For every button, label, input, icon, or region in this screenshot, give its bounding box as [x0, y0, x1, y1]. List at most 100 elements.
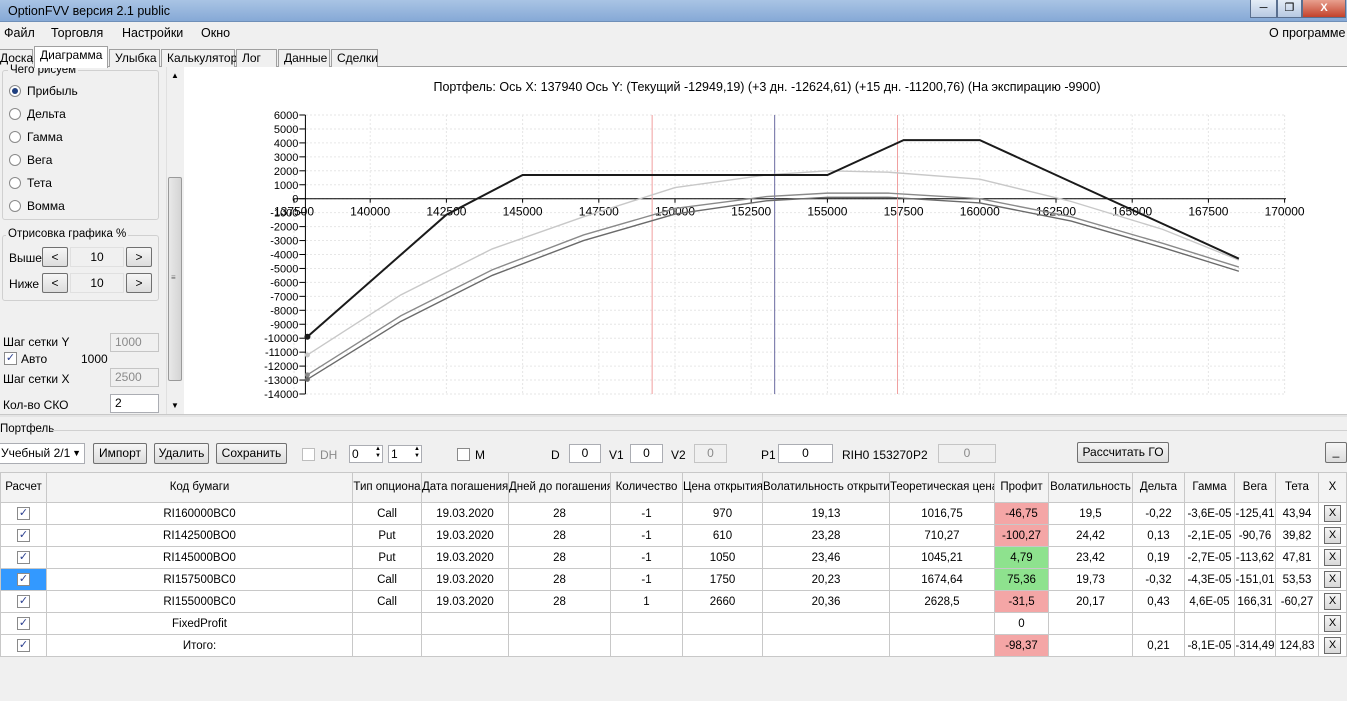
chevron-down-icon[interactable]: ▼: [72, 444, 81, 463]
cell-gamma[interactable]: -4,3E-05: [1184, 568, 1235, 591]
menu-window[interactable]: Окно: [201, 26, 230, 40]
cell-type[interactable]: Call: [352, 568, 422, 591]
cell-vega[interactable]: [1234, 612, 1276, 635]
cell-vega[interactable]: 166,31: [1234, 590, 1276, 613]
cell-vol[interactable]: 19,73: [1048, 568, 1133, 591]
calc-checkbox[interactable]: ✓: [17, 551, 30, 564]
cell-date[interactable]: 19.03.2020: [421, 546, 509, 569]
cell-date[interactable]: 19.03.2020: [421, 524, 509, 547]
cell-theo[interactable]: 1674,64: [889, 568, 995, 591]
table-row[interactable]: ✓ RI160000BC0 Call 19.03.2020 28 -1 970 19,13 10…: [0, 502, 1347, 525]
cell-qty[interactable]: -1: [610, 524, 683, 547]
cell-gamma[interactable]: -3,6E-05: [1184, 502, 1235, 525]
calc-checkbox-cell[interactable]: ✓: [0, 612, 47, 635]
cell-vol-open[interactable]: 23,28: [762, 524, 890, 547]
calc-checkbox-cell[interactable]: ✓: [0, 524, 47, 547]
cell-theta[interactable]: 43,94: [1275, 502, 1319, 525]
cell-code[interactable]: RI157500BC0: [46, 568, 353, 591]
cell-vol[interactable]: [1048, 612, 1133, 635]
cell-theta[interactable]: [1275, 612, 1319, 635]
cell-profit[interactable]: -98,37: [994, 634, 1049, 657]
cell-theo[interactable]: 710,27: [889, 524, 995, 547]
cell-vol-open[interactable]: 23,46: [762, 546, 890, 569]
cell-days[interactable]: 28: [508, 502, 611, 525]
tab-log[interactable]: Лог: [236, 49, 277, 67]
cell-code[interactable]: RI145000BO0: [46, 546, 353, 569]
delete-button[interactable]: Удалить: [154, 443, 209, 464]
remove-row-button[interactable]: X: [1324, 593, 1341, 610]
cell-theo[interactable]: [889, 634, 995, 657]
calc-checkbox[interactable]: ✓: [17, 529, 30, 542]
cell-price[interactable]: 1750: [682, 568, 763, 591]
cell-vega[interactable]: -125,41: [1234, 502, 1276, 525]
column-header[interactable]: Дней до погашения: [508, 472, 611, 503]
menu-trading[interactable]: Торговля: [51, 26, 103, 40]
table-row[interactable]: ✓ RI142500BO0 Put 19.03.2020 28 -1 610 23,28 710…: [0, 524, 1347, 547]
cell-delta[interactable]: 0,13: [1132, 524, 1185, 547]
column-header[interactable]: Дата погашения: [421, 472, 509, 503]
left-panel-scrollbar[interactable]: ▲ ≡ ▼: [166, 67, 183, 414]
radio-dot[interactable]: [9, 176, 21, 189]
radio-vomma[interactable]: Вомма: [9, 199, 65, 213]
auto-checkbox[interactable]: ✓: [4, 352, 17, 365]
cell-vol[interactable]: 20,17: [1048, 590, 1133, 613]
radio-dot[interactable]: [9, 199, 21, 212]
column-header[interactable]: Тип опциона: [352, 472, 422, 503]
spin-arrows-icon[interactable]: ▲ ▼: [414, 446, 420, 460]
cell-profit[interactable]: -46,75: [994, 502, 1049, 525]
tab-smile[interactable]: Улыбка: [109, 49, 160, 67]
calc-checkbox[interactable]: ✓: [17, 507, 30, 520]
cell-type[interactable]: [352, 634, 422, 657]
cell-code[interactable]: RI142500BO0: [46, 524, 353, 547]
column-header[interactable]: Код бумаги: [46, 472, 353, 503]
scroll-down-icon[interactable]: ▼: [171, 401, 179, 410]
m-checkbox[interactable]: [457, 448, 470, 461]
cell-code[interactable]: FixedProfit: [46, 612, 353, 635]
cell-gamma[interactable]: -8,1E-05: [1184, 634, 1235, 657]
tab-calculator[interactable]: Калькулятор: [161, 49, 237, 67]
p1-input[interactable]: 0: [778, 444, 833, 463]
cell-vol[interactable]: 19,5: [1048, 502, 1133, 525]
cell-gamma[interactable]: -2,1E-05: [1184, 524, 1235, 547]
table-row[interactable]: ✓ RI157500BC0 Call 19.03.2020 28 -1 1750 20,23 1…: [0, 568, 1347, 591]
cell-price[interactable]: 1050: [682, 546, 763, 569]
calc-checkbox-cell[interactable]: ✓: [0, 590, 47, 613]
spin2-input[interactable]: 1 ▲ ▼: [388, 445, 422, 463]
cell-price[interactable]: 610: [682, 524, 763, 547]
cell-gamma[interactable]: [1184, 612, 1235, 635]
column-header[interactable]: Профит: [994, 472, 1049, 503]
cell-days[interactable]: [508, 612, 611, 635]
radio-delta[interactable]: Дельта: [9, 107, 66, 121]
minimize-button[interactable]: ─: [1250, 0, 1277, 18]
menu-file[interactable]: Файл: [4, 26, 35, 40]
calc-checkbox[interactable]: ✓: [17, 595, 30, 608]
cell-gamma[interactable]: 4,6E-05: [1184, 590, 1235, 613]
scroll-up-icon[interactable]: ▲: [171, 71, 179, 80]
cell-price[interactable]: [682, 612, 763, 635]
cell-qty[interactable]: -1: [610, 568, 683, 591]
grid-x-input[interactable]: 2500: [110, 368, 159, 387]
cell-qty[interactable]: [610, 634, 683, 657]
column-header[interactable]: Расчет: [0, 472, 47, 503]
cell-vol-open[interactable]: 20,23: [762, 568, 890, 591]
cell-type[interactable]: Put: [352, 546, 422, 569]
p2-input[interactable]: 0: [938, 444, 996, 463]
sko-input[interactable]: 2: [110, 394, 159, 413]
remove-row-button[interactable]: X: [1324, 527, 1341, 544]
cell-date[interactable]: 19.03.2020: [421, 590, 509, 613]
remove-row-button[interactable]: X: [1324, 637, 1341, 654]
cell-code[interactable]: RI155000BC0: [46, 590, 353, 613]
remove-row-button[interactable]: X: [1324, 549, 1341, 566]
cell-vega[interactable]: -151,01: [1234, 568, 1276, 591]
calc-checkbox[interactable]: ✓: [17, 573, 30, 586]
tab-diagram[interactable]: Диаграмма: [34, 46, 108, 68]
spin-arrows-icon[interactable]: ▲ ▼: [375, 446, 381, 460]
column-header[interactable]: Дельта: [1132, 472, 1185, 503]
save-button[interactable]: Сохранить: [216, 443, 287, 464]
calc-checkbox-cell[interactable]: ✓: [0, 502, 47, 525]
cell-qty[interactable]: -1: [610, 546, 683, 569]
menu-settings[interactable]: Настройки: [122, 26, 183, 40]
collapse-button[interactable]: _: [1325, 442, 1347, 463]
grid-y-input[interactable]: 1000: [110, 333, 159, 352]
column-header[interactable]: Цена открытия: [682, 472, 763, 503]
